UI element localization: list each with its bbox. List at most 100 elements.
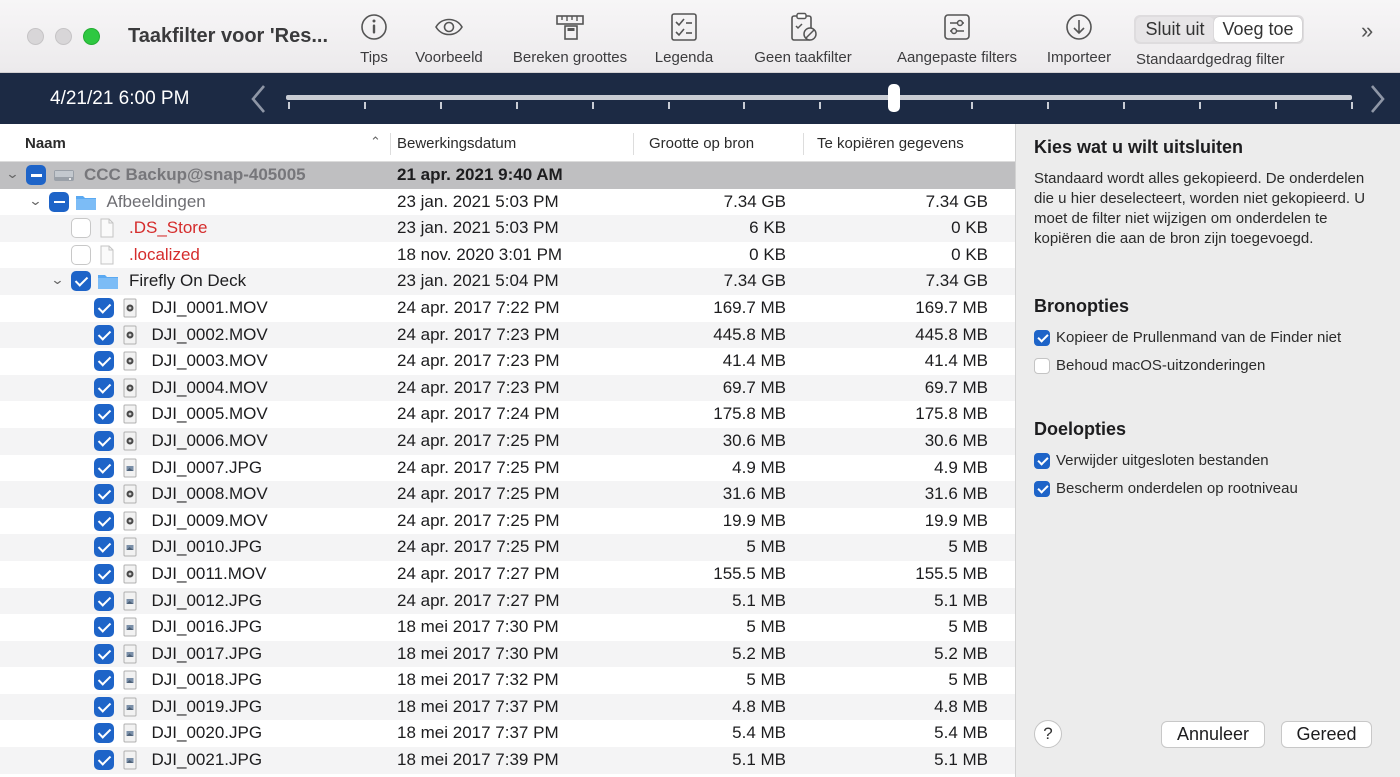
- table-row[interactable]: DJI_0008.MOV 24 apr. 2017 7:25 PM 31.6 MB 3…: [0, 481, 1015, 508]
- checkbox[interactable]: [1034, 330, 1050, 346]
- table-row[interactable]: .DS_Store 23 jan. 2021 5:03 PM 6 KB 0 KB: [0, 215, 1015, 242]
- table-row[interactable]: ⌄ Firefly On Deck 23 jan. 2021 5:04 PM 7.34…: [0, 268, 1015, 295]
- row-checkbox[interactable]: [93, 297, 114, 318]
- table-row[interactable]: DJI_0009.MOV 24 apr. 2017 7:25 PM 19.9 MB 1…: [0, 508, 1015, 535]
- row-checkbox[interactable]: [93, 617, 114, 638]
- tips-button[interactable]: Tips: [356, 12, 392, 70]
- row-source-size: 4.8 MB: [732, 696, 786, 716]
- zoom-window-button[interactable]: [83, 28, 100, 45]
- row-checkbox[interactable]: [93, 430, 114, 451]
- row-checkbox[interactable]: [93, 563, 114, 584]
- row-checkbox[interactable]: [93, 537, 114, 558]
- table-row[interactable]: DJI_0012.JPG 24 apr. 2017 7:27 PM 5.1 MB 5.…: [0, 587, 1015, 615]
- row-checkbox[interactable]: [48, 191, 69, 212]
- row-checkbox[interactable]: [93, 484, 114, 505]
- row-copy-size: 0 KB: [951, 244, 988, 264]
- custom-filters-button[interactable]: Aangepaste filters: [889, 12, 1025, 70]
- row-source-size: 0 KB: [749, 244, 786, 264]
- row-checkbox[interactable]: [93, 377, 114, 398]
- timeline-track[interactable]: [286, 95, 1352, 100]
- row-checkbox[interactable]: [26, 165, 46, 185]
- table-row[interactable]: DJI_0006.MOV 24 apr. 2017 7:25 PM 30.6 MB 3…: [0, 427, 1015, 455]
- table-row[interactable]: DJI_0019.JPG 18 mei 2017 7:37 PM 4.8 MB 4.8…: [0, 693, 1015, 721]
- close-window-button[interactable]: [27, 28, 44, 45]
- panel-description: Standaard wordt alles gekopieerd. De ond…: [1034, 170, 1366, 247]
- table-row[interactable]: ⌄ Afbeeldingen 23 jan. 2021 5:03 PM 7.34 GB…: [0, 189, 1015, 216]
- help-button[interactable]: ?: [1034, 720, 1062, 748]
- table-row[interactable]: DJI_0002.MOV 24 apr. 2017 7:23 PM 445.8 MB…: [0, 321, 1015, 349]
- column-divider[interactable]: [390, 133, 391, 155]
- disclosure-triangle-icon[interactable]: ⌄: [5, 166, 19, 182]
- row-checkbox[interactable]: [93, 723, 114, 744]
- timeline-tick: [667, 102, 670, 109]
- table-row[interactable]: DJI_0017.JPG 18 mei 2017 7:30 PM 5.2 MB 5.2…: [0, 640, 1015, 668]
- row-checkbox[interactable]: [93, 670, 114, 691]
- no-task-filter-label: Geen taakfilter: [754, 49, 852, 66]
- row-checkbox[interactable]: [93, 696, 114, 717]
- table-row[interactable]: DJI_0020.JPG 18 mei 2017 7:37 PM 5.4 MB 5.4…: [0, 720, 1015, 747]
- minimize-window-button[interactable]: [55, 28, 72, 45]
- exclusion-options-panel: Kies wat u wilt uitsluiten Standaard wor…: [1015, 124, 1400, 777]
- checkbox[interactable]: [1034, 453, 1050, 469]
- column-divider[interactable]: [633, 133, 634, 155]
- legend-button[interactable]: Legenda: [652, 12, 716, 70]
- table-row[interactable]: DJI_0003.MOV 24 apr. 2017 7:23 PM 41.4 MB 4…: [0, 348, 1015, 375]
- table-row[interactable]: DJI_0005.MOV 24 apr. 2017 7:24 PM 175.8 MB…: [0, 401, 1015, 428]
- table-row[interactable]: DJI_0004.MOV 24 apr. 2017 7:23 PM 69.7 MB 6…: [0, 374, 1015, 402]
- row-date: 24 apr. 2017 7:25 PM: [397, 484, 560, 504]
- checkbox[interactable]: [1034, 358, 1050, 374]
- row-checkbox[interactable]: [93, 510, 114, 531]
- table-row[interactable]: DJI_0018.JPG 18 mei 2017 7:32 PM 5 MB 5 MB: [0, 667, 1015, 694]
- timeline-previous-icon[interactable]: [248, 83, 268, 115]
- row-name: DJI_0019.JPG: [151, 696, 263, 716]
- column-header-name[interactable]: Naam: [25, 135, 66, 152]
- disclosure-triangle-icon[interactable]: ⌄: [28, 193, 42, 209]
- table-row[interactable]: DJI_0001.MOV 24 apr. 2017 7:22 PM 169.7 MB…: [0, 295, 1015, 322]
- checkbox[interactable]: [1034, 481, 1050, 497]
- default-filter-behavior-segmented-control[interactable]: Sluit uit Voeg toe: [1134, 15, 1304, 44]
- calculate-sizes-button[interactable]: Bereken groottes: [506, 12, 634, 70]
- column-header-source-size[interactable]: Grootte op bron: [649, 135, 754, 152]
- timeline-slider-handle[interactable]: [888, 84, 900, 112]
- row-date: 18 mei 2017 7:37 PM: [397, 723, 559, 743]
- column-header-date[interactable]: Bewerkingsdatum: [397, 135, 516, 152]
- column-divider[interactable]: [803, 133, 804, 155]
- import-button[interactable]: Importeer: [1042, 12, 1116, 70]
- row-checkbox[interactable]: [93, 590, 114, 611]
- row-copy-size: 5.4 MB: [934, 723, 988, 743]
- table-row[interactable]: DJI_0016.JPG 18 mei 2017 7:30 PM 5 MB 5 MB: [0, 614, 1015, 641]
- chevron-double-right-icon[interactable]: »: [1361, 18, 1373, 44]
- row-name: DJI_0010.JPG: [151, 537, 263, 557]
- row-name: DJI_0005.MOV: [151, 404, 268, 424]
- table-row[interactable]: DJI_0010.JPG 24 apr. 2017 7:25 PM 5 MB 5 MB: [0, 534, 1015, 561]
- table-row[interactable]: .localized 18 nov. 2020 3:01 PM 0 KB 0 KB: [0, 242, 1015, 269]
- row-checkbox[interactable]: [71, 271, 91, 292]
- column-header-copy-size[interactable]: Te kopiëren gegevens: [817, 135, 964, 152]
- row-checkbox[interactable]: [93, 457, 114, 478]
- row-checkbox[interactable]: [93, 324, 114, 345]
- table-row[interactable]: DJI_0011.MOV 24 apr. 2017 7:27 PM 155.5 MB…: [0, 561, 1015, 588]
- exclude-segment[interactable]: Sluit uit: [1136, 17, 1214, 42]
- preview-button[interactable]: Voorbeeld: [411, 12, 487, 70]
- no-task-filter-button[interactable]: Geen taakfilter: [747, 12, 859, 70]
- row-checkbox[interactable]: [71, 244, 91, 265]
- row-checkbox[interactable]: [71, 218, 91, 239]
- disclosure-triangle-icon[interactable]: ⌄: [50, 272, 64, 288]
- timeline-next-icon[interactable]: [1368, 83, 1388, 115]
- table-row[interactable]: ⌄ CCC Backup@snap-405005 21 apr. 2021 9:40…: [0, 162, 1015, 189]
- row-checkbox[interactable]: [93, 351, 114, 372]
- cancel-button[interactable]: Annuleer: [1161, 721, 1265, 748]
- row-checkbox[interactable]: [93, 404, 114, 425]
- table-row[interactable]: DJI_0007.JPG 24 apr. 2017 7:25 PM 4.9 MB 4.…: [0, 455, 1015, 482]
- lightbulb-info-icon: [356, 12, 392, 46]
- row-source-size: 5 MB: [746, 537, 786, 557]
- row-copy-size: 445.8 MB: [915, 324, 988, 344]
- row-source-size: 445.8 MB: [713, 324, 786, 344]
- done-button[interactable]: Gereed: [1281, 721, 1372, 748]
- row-checkbox[interactable]: [93, 750, 114, 771]
- table-row[interactable]: DJI_0021.JPG 18 mei 2017 7:39 PM 5.1 MB 5.1…: [0, 747, 1015, 774]
- option-label: Bescherm onderdelen op rootniveau: [1056, 480, 1298, 497]
- row-source-size: 5 MB: [746, 670, 786, 690]
- row-checkbox[interactable]: [93, 643, 114, 664]
- include-segment[interactable]: Voeg toe: [1214, 17, 1302, 42]
